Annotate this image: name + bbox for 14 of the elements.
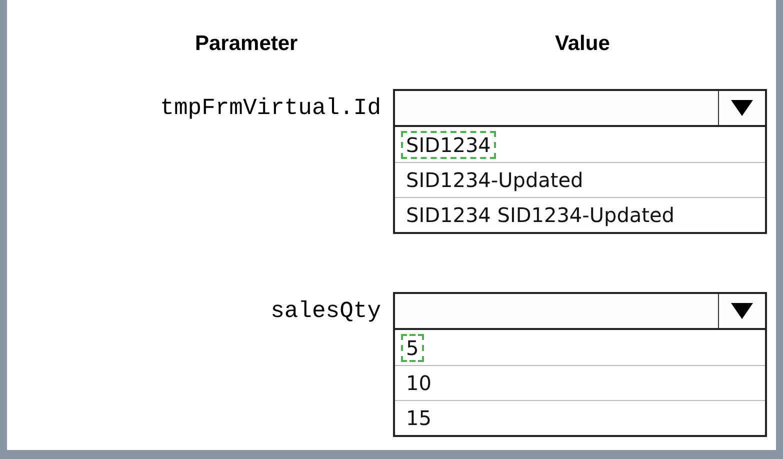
dropdown-option[interactable]: 15: [395, 400, 765, 435]
dropdown-option[interactable]: 10: [395, 365, 765, 400]
column-header: Parameter: [195, 32, 298, 56]
column-header: Value: [555, 32, 610, 56]
dropdown-option[interactable]: SID1234 SID1234-Updated: [395, 197, 765, 232]
parameter-label: tmpFrmVirtual.Id: [160, 95, 381, 121]
dropdown[interactable]: [393, 89, 767, 127]
dropdown-option[interactable]: SID1234: [395, 127, 765, 162]
dropdown[interactable]: [393, 292, 767, 330]
parameter-label: salesQty: [270, 298, 381, 324]
dropdown-option[interactable]: SID1234-Updated: [395, 162, 765, 197]
dropdown-arrow-icon: [731, 100, 753, 116]
dropdown-option[interactable]: 5: [395, 330, 765, 365]
dropdown-arrow-icon: [731, 303, 753, 319]
